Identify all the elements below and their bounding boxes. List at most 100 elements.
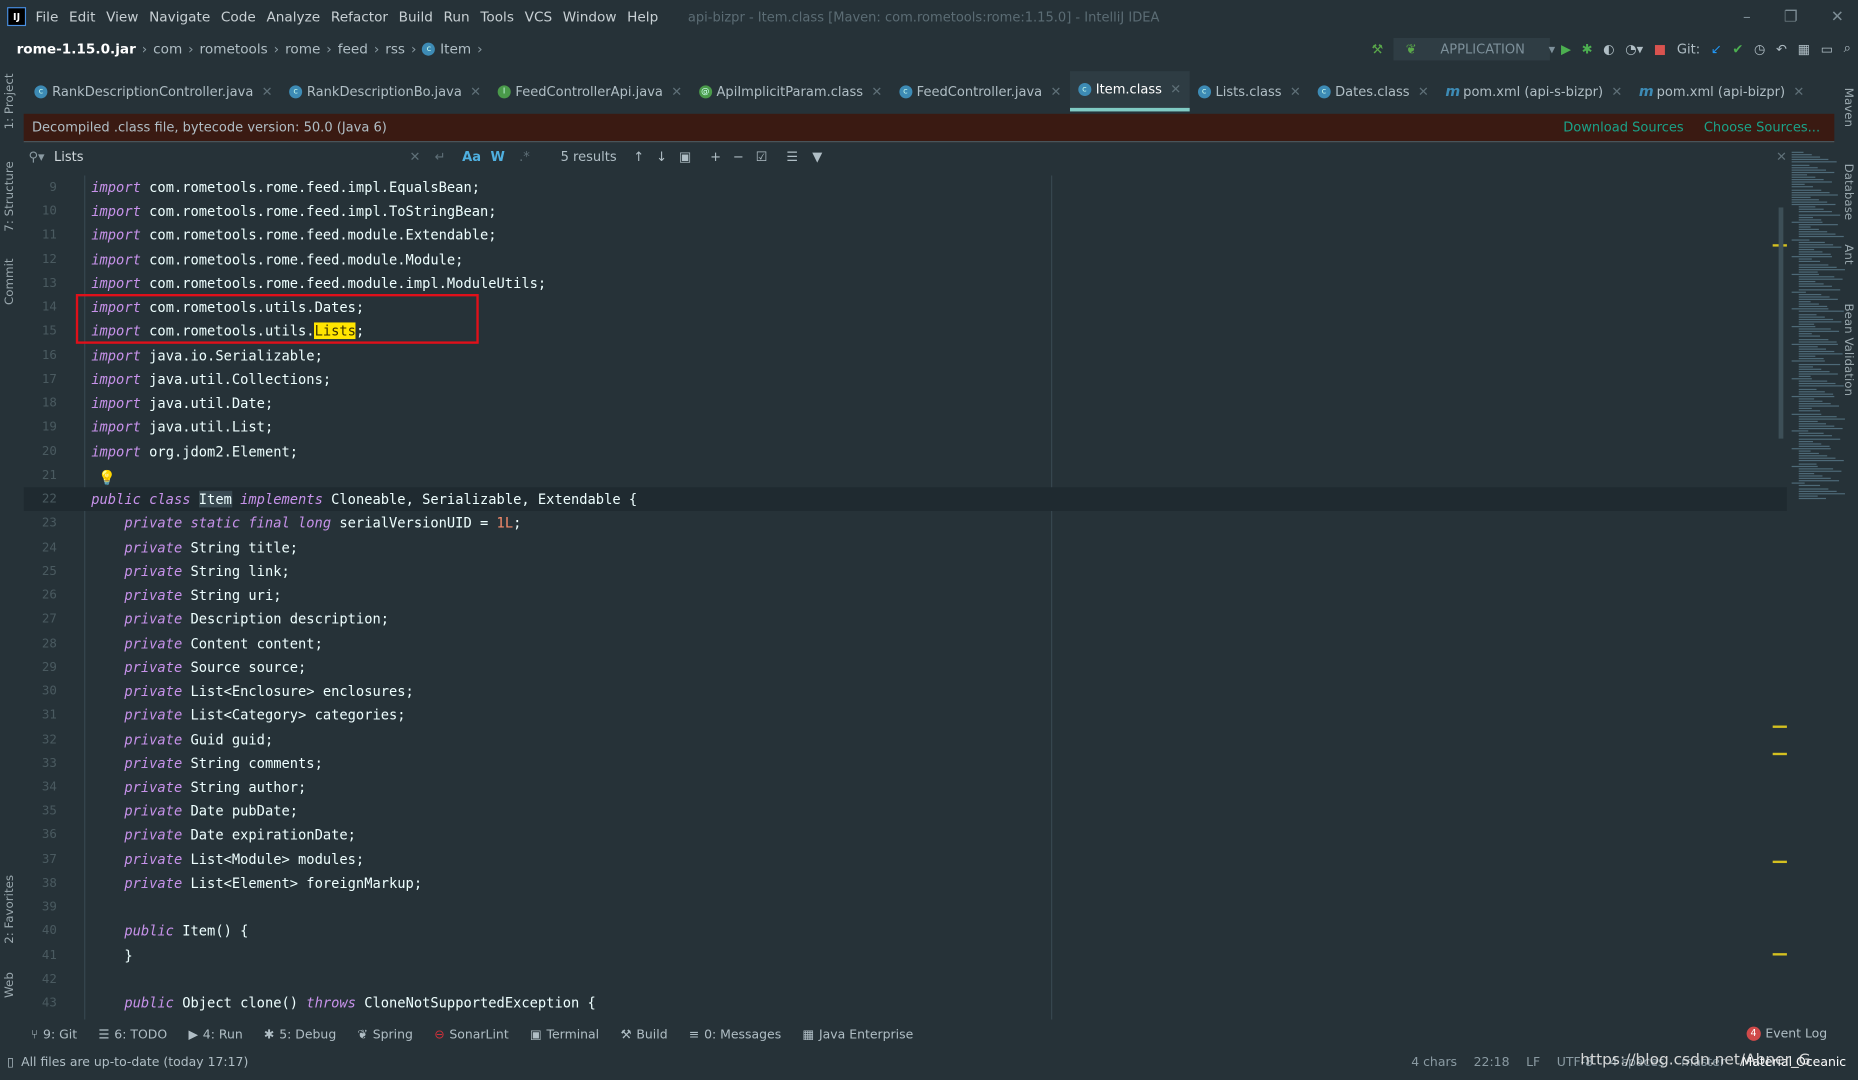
project-structure-icon[interactable]: ▦ [1798, 41, 1810, 56]
choose-sources-link[interactable]: Choose Sources... [1704, 120, 1820, 135]
tool-bean-validation[interactable]: Bean Validation [1841, 303, 1854, 396]
error-stripe-mark[interactable] [1772, 860, 1787, 864]
clear-search-icon[interactable]: ✕ [409, 149, 420, 164]
breadcrumb-item[interactable]: feed [338, 40, 368, 57]
breadcrumb-item[interactable]: com [153, 40, 182, 57]
close-tab-icon[interactable]: ✕ [871, 84, 882, 99]
close-tab-icon[interactable]: ✕ [1793, 84, 1804, 99]
run-configuration-select[interactable]: ❦ APPLICATION ▾ [1393, 37, 1555, 60]
tool-structure[interactable]: 7: Structure [4, 161, 17, 231]
status-toggle-icon[interactable]: ▯ [7, 1055, 14, 1069]
tab-rankdescriptionbo-java[interactable]: c RankDescriptionBo.java ✕ [281, 71, 490, 111]
tool-commit[interactable]: Commit [4, 258, 17, 305]
search-input[interactable]: Lists [54, 149, 409, 164]
close-tab-icon[interactable]: ✕ [470, 84, 481, 99]
tool-database[interactable]: Database [1841, 164, 1854, 221]
menu-file[interactable]: File [36, 8, 59, 25]
close-find-icon[interactable]: ✕ [1776, 149, 1787, 164]
caret-position[interactable]: 22:18 [1474, 1055, 1510, 1069]
menu-vcs[interactable]: VCS [525, 8, 552, 25]
error-stripe-mark[interactable] [1772, 752, 1787, 756]
words-toggle[interactable]: W [491, 149, 505, 164]
tool-build[interactable]: ⚒ Build [620, 1028, 667, 1042]
close-tab-icon[interactable]: ✕ [1611, 84, 1622, 99]
menu-refactor[interactable]: Refactor [331, 8, 388, 25]
close-tab-icon[interactable]: ✕ [671, 84, 682, 99]
tool-todo[interactable]: ☰ 6: TODO [98, 1028, 167, 1042]
menu-build[interactable]: Build [399, 8, 433, 25]
tab-apiimplicitparam-class[interactable]: @ ApiImplicitParam.class ✕ [690, 71, 890, 111]
new-line-icon[interactable]: ↵ [435, 149, 446, 164]
select-all-icon[interactable]: ▣ [679, 149, 691, 164]
menu-analyze[interactable]: Analyze [266, 8, 320, 25]
close-tab-icon[interactable]: ✕ [1418, 84, 1429, 99]
breadcrumb-item[interactable]: Item [440, 40, 471, 57]
line-separator[interactable]: LF [1526, 1055, 1540, 1069]
tool-terminal[interactable]: ▣ Terminal [530, 1028, 599, 1042]
tab-feedcontroller-java[interactable]: c FeedController.java ✕ [891, 71, 1070, 111]
stop-icon[interactable]: ■ [1654, 41, 1666, 56]
tool-web[interactable]: Web [4, 972, 17, 998]
event-log-button[interactable]: 4 Event Log [1746, 1026, 1827, 1041]
minimize-icon[interactable]: – [1743, 8, 1751, 26]
menu-help[interactable]: Help [627, 8, 658, 25]
tool-run[interactable]: ▶ 4: Run [188, 1028, 242, 1042]
menu-code[interactable]: Code [221, 8, 256, 25]
menu-view[interactable]: View [106, 8, 138, 25]
download-sources-link[interactable]: Download Sources [1563, 120, 1683, 135]
tool-maven[interactable]: Maven [1841, 88, 1854, 127]
menu-navigate[interactable]: Navigate [149, 8, 210, 25]
match-case-toggle[interactable]: Aa [462, 149, 481, 164]
profile-icon[interactable]: ◔▾ [1625, 41, 1643, 56]
tab-feedcontrollerapi-java[interactable]: I FeedControllerApi.java ✕ [489, 71, 690, 111]
tool-git[interactable]: ⑂ 9: Git [31, 1028, 77, 1042]
next-occurrence-icon[interactable]: ↓ [656, 149, 667, 164]
run-icon[interactable]: ▶ [1561, 41, 1571, 56]
debug-icon[interactable]: ✱ [1582, 41, 1593, 56]
toggle-selection-icon[interactable]: ☑ [756, 149, 768, 164]
menu-edit[interactable]: Edit [69, 8, 95, 25]
code-minimap[interactable] [1787, 151, 1845, 508]
tab-dates-class[interactable]: c Dates.class ✕ [1309, 71, 1437, 111]
remove-selection-icon[interactable]: − [733, 149, 744, 164]
code-editor[interactable]: 💡 9 import com.rometools.rome.feed.impl.E… [23, 175, 1787, 1020]
presentation-icon[interactable]: ▭ [1821, 41, 1833, 56]
restore-icon[interactable]: ❐ [1784, 8, 1798, 26]
breadcrumb-item[interactable]: rome [285, 40, 320, 57]
regex-toggle[interactable]: .* [519, 149, 530, 164]
add-selection-icon[interactable]: + [710, 149, 721, 164]
close-window-icon[interactable]: ✕ [1831, 8, 1844, 26]
tab-rankdescriptioncontroller-java[interactable]: c RankDescriptionController.java ✕ [26, 71, 281, 111]
tool-spring[interactable]: ❦ Spring [358, 1028, 413, 1042]
error-stripe-mark[interactable] [1772, 953, 1787, 956]
tool-java-enterprise[interactable]: ▦ Java Enterprise [803, 1028, 914, 1042]
close-tab-icon[interactable]: ✕ [1050, 84, 1061, 99]
close-tab-icon[interactable]: ✕ [1290, 84, 1301, 99]
error-stripe-mark[interactable] [1772, 725, 1787, 728]
breadcrumb-item[interactable]: rometools [200, 40, 268, 57]
tool-favorites[interactable]: 2: Favorites [4, 875, 17, 944]
close-tab-icon[interactable]: ✕ [262, 84, 273, 99]
git-commit-icon[interactable]: ✔ [1732, 41, 1743, 56]
close-tab-icon[interactable]: ✕ [1170, 82, 1181, 97]
tool-ant[interactable]: Ant [1841, 244, 1854, 264]
search-everywhere-icon[interactable]: ⌕ [1844, 40, 1851, 57]
breadcrumb-item[interactable]: rss [385, 40, 405, 57]
tab-pom-xml-api-bizpr-[interactable]: m pom.xml (api-bizpr) ✕ [1631, 71, 1813, 111]
vertical-scrollbar[interactable] [1778, 207, 1784, 439]
multiline-icon[interactable]: ☰ [786, 149, 798, 164]
menu-window[interactable]: Window [563, 8, 617, 25]
build-hammer-icon[interactable]: ⚒ [1372, 41, 1384, 56]
menu-tools[interactable]: Tools [480, 8, 514, 25]
tool-sonarlint[interactable]: ⊖ SonarLint [434, 1028, 508, 1042]
menu-run[interactable]: Run [444, 8, 470, 25]
tool-debug[interactable]: ✱ 5: Debug [264, 1028, 336, 1042]
rollback-icon[interactable]: ↶ [1776, 41, 1787, 56]
filter-icon[interactable]: ▼ [812, 149, 822, 164]
tool-project[interactable]: 1: Project [4, 74, 17, 130]
coverage-icon[interactable]: ◐ [1603, 41, 1614, 56]
tool-messages[interactable]: ≡ 0: Messages [689, 1028, 781, 1042]
breadcrumb-item[interactable]: rome-1.15.0.jar [17, 40, 136, 57]
git-update-icon[interactable]: ↙ [1711, 41, 1722, 56]
history-icon[interactable]: ◷ [1754, 41, 1765, 56]
